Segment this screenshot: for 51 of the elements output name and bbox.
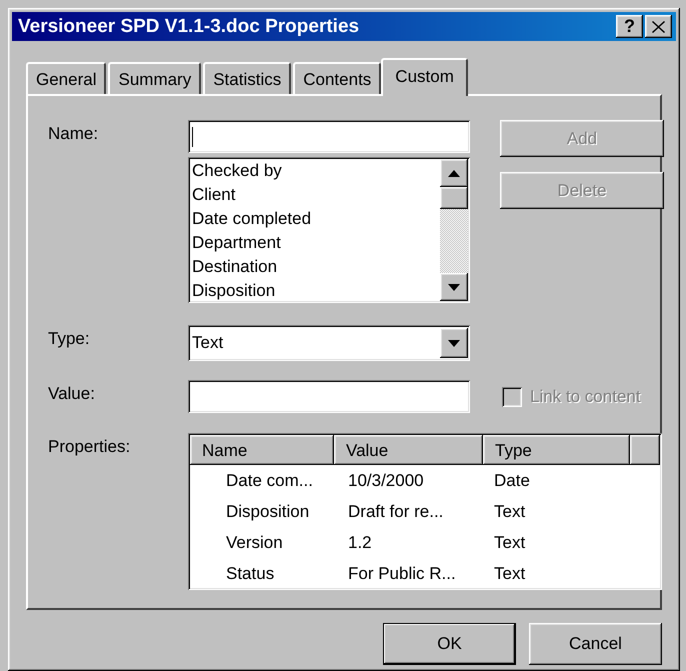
up-arrow-icon	[448, 170, 460, 176]
list-item[interactable]: Disposition	[192, 279, 440, 301]
table-cell-text: For Public R...	[347, 563, 457, 585]
checkbox-label: Link to content	[530, 386, 641, 406]
tab[interactable]: Statistics	[203, 62, 292, 94]
table-cell-text: Text	[493, 532, 526, 554]
scroll-up-button[interactable]	[440, 159, 468, 187]
scroll-down-button[interactable]	[440, 273, 468, 301]
value-field[interactable]	[188, 380, 470, 413]
table-cell-text: Disposition	[225, 501, 310, 523]
down-arrow-icon	[448, 284, 460, 290]
window-title: Versioneer SPD V1.1-3.doc Properties	[18, 16, 360, 38]
ok-button[interactable]: OK	[383, 623, 516, 665]
list-item[interactable]: Destination	[192, 255, 440, 279]
table-cell-text: 10/3/2000	[347, 470, 425, 492]
name-list[interactable]: Checked by Client Date completed Department Destination Disposition	[188, 157, 470, 303]
scroll-thumb[interactable]	[440, 187, 468, 209]
column-header[interactable]: Type	[483, 435, 630, 465]
column-header[interactable]: Value	[334, 435, 483, 465]
scrollbar[interactable]	[440, 159, 468, 301]
table-cell-text: 1.2	[347, 532, 373, 554]
type-dropdown[interactable]: Text	[188, 325, 470, 361]
table-cell-text: Version	[225, 532, 284, 554]
help-button[interactable]: ?	[616, 15, 643, 38]
down-arrow-icon	[448, 340, 460, 346]
field-label: Value:	[48, 383, 96, 405]
table-cell-text: Draft for re...	[347, 501, 444, 523]
list-item[interactable]: Checked by	[192, 159, 440, 183]
close-button[interactable]	[645, 15, 672, 38]
table-cell-text: Date	[493, 470, 531, 492]
field-label: Name:	[48, 123, 100, 145]
close-icon	[652, 20, 665, 32]
tab[interactable]: Summary	[108, 62, 202, 94]
column-header[interactable]: Name	[190, 435, 334, 465]
list-item[interactable]: Date completed	[192, 207, 440, 231]
tab[interactable]: Custom	[381, 58, 468, 96]
tab[interactable]: Contents	[293, 62, 382, 94]
table-cell-text: Text	[493, 501, 526, 523]
tab[interactable]: General	[26, 62, 106, 94]
list-item[interactable]: Department	[192, 231, 440, 255]
name-field[interactable]	[188, 120, 470, 153]
list-item[interactable]: Client	[192, 183, 440, 207]
field-label: Type:	[48, 328, 91, 350]
column-header[interactable]	[630, 435, 660, 465]
table-cell-text: Status	[225, 563, 276, 585]
table-cell-text: Text	[493, 563, 526, 585]
dropdown-button[interactable]	[440, 328, 468, 358]
table-cell-text: Date com...	[225, 470, 314, 492]
cancel-button[interactable]: Cancel	[529, 623, 662, 665]
field-label: Properties:	[48, 436, 132, 458]
dropdown-value: Text	[192, 333, 224, 353]
